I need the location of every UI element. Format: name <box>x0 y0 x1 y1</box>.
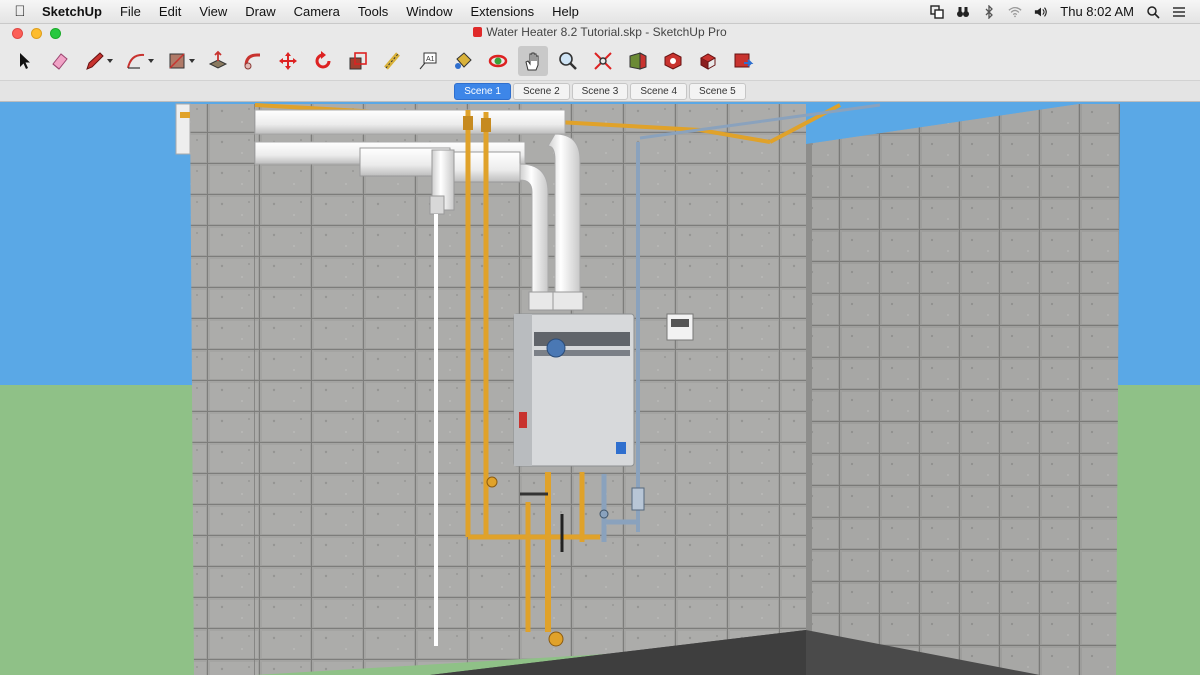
rectangle-tool[interactable] <box>162 46 198 76</box>
svg-text:A1: A1 <box>426 56 435 63</box>
warehouse-icon <box>629 52 647 70</box>
orbit-icon <box>488 54 508 68</box>
model-viewport[interactable] <box>0 102 1200 675</box>
window-titlebar: Water Heater 8.2 Tutorial.skp - SketchUp… <box>0 24 1200 42</box>
scene-tabs-bar: Scene 1 Scene 2 Scene 3 Scene 4 Scene 5 <box>0 80 1200 102</box>
clock[interactable]: Thu 8:02 AM <box>1060 4 1134 19</box>
zoom-extents-icon <box>594 52 612 70</box>
brand-logo-icon <box>546 338 566 358</box>
extension-manager-icon <box>734 53 754 68</box>
apple-icon[interactable]:  <box>0 3 40 20</box>
follow-me-icon <box>244 53 260 70</box>
scale-icon <box>349 52 367 70</box>
text-label-icon: A1 <box>419 52 437 70</box>
follow-me-tool[interactable] <box>238 46 268 76</box>
zoom-tool[interactable] <box>553 46 583 76</box>
rectangle-icon <box>168 53 185 69</box>
pencil-dropdown-icon[interactable] <box>106 59 113 63</box>
extension-warehouse-tool[interactable] <box>658 46 688 76</box>
menu-edit[interactable]: Edit <box>150 4 190 19</box>
paint-bucket-icon <box>455 52 472 69</box>
wifi-icon[interactable] <box>1008 5 1022 19</box>
left-wall-edge <box>190 104 255 675</box>
scene-tab-3[interactable]: Scene 3 <box>571 82 629 100</box>
tape-measure-icon <box>384 52 400 70</box>
status-area: Thu 8:02 AM <box>930 4 1200 19</box>
zoom-extents-tool[interactable] <box>588 46 618 76</box>
window-controls <box>0 27 61 39</box>
main-toolbar: A1 <box>0 42 1200 80</box>
tape-measure-tool[interactable] <box>378 46 408 76</box>
extension-warehouse-icon <box>664 52 682 70</box>
hand-icon <box>525 52 539 71</box>
menu-camera[interactable]: Camera <box>285 4 349 19</box>
minimize-window-button[interactable] <box>31 27 42 39</box>
menu-tools[interactable]: Tools <box>349 4 397 19</box>
menu-window[interactable]: Window <box>397 4 461 19</box>
volume-icon[interactable] <box>1034 5 1048 19</box>
right-wall-edge <box>1078 104 1120 675</box>
menu-draw[interactable]: Draw <box>236 4 284 19</box>
paint-bucket-tool[interactable] <box>448 46 478 76</box>
close-window-button[interactable] <box>12 27 23 39</box>
menu-file[interactable]: File <box>111 4 150 19</box>
scale-tool[interactable] <box>343 46 373 76</box>
push-pull-tool[interactable] <box>203 46 233 76</box>
arc-icon <box>126 53 144 69</box>
magnifier-icon <box>559 52 577 70</box>
scene-tab-4[interactable]: Scene 4 <box>630 82 688 100</box>
text-tool[interactable]: A1 <box>413 46 443 76</box>
tankless-water-heater[interactable] <box>513 313 635 467</box>
layout-icon <box>699 53 717 70</box>
wall-penetration-fitting <box>175 103 191 155</box>
bluetooth-icon[interactable] <box>982 4 996 19</box>
send-to-layout-tool[interactable] <box>693 46 723 76</box>
menu-view[interactable]: View <box>190 4 236 19</box>
zoom-window-button[interactable] <box>50 27 61 39</box>
spotlight-search-icon[interactable] <box>1146 5 1160 19</box>
right-wall <box>806 104 1078 675</box>
push-pull-icon <box>208 50 228 69</box>
window-title: Water Heater 8.2 Tutorial.skp - SketchUp… <box>486 25 727 39</box>
window-title-wrap: Water Heater 8.2 Tutorial.skp - SketchUp… <box>0 25 1200 39</box>
pan-tool[interactable] <box>518 46 548 76</box>
document-icon <box>473 27 483 37</box>
scene-tab-1[interactable]: Scene 1 <box>454 82 511 100</box>
scene-tab-2[interactable]: Scene 2 <box>512 82 570 100</box>
pencil-icon <box>85 52 104 70</box>
select-tool[interactable] <box>10 46 40 76</box>
window-manager-icon[interactable] <box>930 4 944 19</box>
binoculars-icon[interactable] <box>956 5 970 19</box>
3d-warehouse-tool[interactable] <box>623 46 653 76</box>
arc-dropdown-icon[interactable] <box>147 59 154 63</box>
eraser-icon <box>52 53 68 70</box>
move-tool[interactable] <box>273 46 303 76</box>
notification-center-icon[interactable] <box>1172 5 1186 19</box>
menu-app-name[interactable]: SketchUp <box>40 4 111 19</box>
orbit-tool[interactable] <box>483 46 513 76</box>
pencil-tool[interactable] <box>80 46 116 76</box>
scene-tab-5[interactable]: Scene 5 <box>689 82 746 100</box>
rotate-tool[interactable] <box>308 46 338 76</box>
system-menubar:  SketchUp File Edit View Draw Camera To… <box>0 0 1200 24</box>
arc-tool[interactable] <box>121 46 157 76</box>
menu-extensions[interactable]: Extensions <box>461 4 543 19</box>
temperature-controller[interactable] <box>666 313 694 341</box>
model-canvas[interactable] <box>0 102 1200 675</box>
menu-help[interactable]: Help <box>543 4 588 19</box>
move-icon <box>279 52 297 70</box>
eraser-tool[interactable] <box>45 46 75 76</box>
rotate-icon <box>315 51 331 69</box>
rectangle-dropdown-icon[interactable] <box>188 59 195 63</box>
arrow-cursor-icon <box>20 53 30 69</box>
extension-manager-tool[interactable] <box>728 46 758 76</box>
